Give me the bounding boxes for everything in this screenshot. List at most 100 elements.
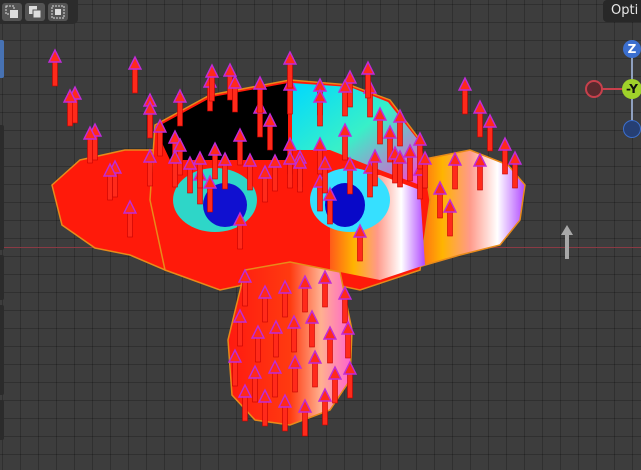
- normal-arrow-shaft: [187, 166, 193, 194]
- normal-arrow-shaft: [267, 123, 273, 151]
- normal-arrow-shaft: [437, 191, 443, 219]
- normal-arrow-head: [282, 50, 298, 65]
- normal-arrow-shaft: [232, 359, 238, 387]
- normal-arrow-shaft: [365, 71, 371, 99]
- normal-arrow-shaft: [322, 166, 328, 194]
- normal-arrow-shaft: [282, 290, 288, 318]
- right-ear: [414, 149, 526, 270]
- normal-arrow-shaft: [255, 335, 261, 363]
- left-panel-tab[interactable]: [0, 400, 4, 440]
- normal-arrow-shaft: [177, 99, 183, 127]
- normal-arrow-shaft: [172, 160, 178, 188]
- normal-arrow-shaft: [397, 119, 403, 147]
- normal-arrow-shaft: [147, 159, 153, 187]
- normal-arrow-shaft: [452, 162, 458, 190]
- normal-arrow-shaft: [477, 110, 483, 138]
- normal-arrow-shaft: [417, 142, 423, 170]
- normal-arrow-shaft: [222, 162, 228, 190]
- normal-arrow-shaft: [287, 61, 293, 89]
- normal-arrow-shaft: [512, 161, 518, 189]
- normal-arrow-shaft: [287, 161, 293, 189]
- normal-arrow-shaft: [207, 185, 213, 213]
- normal-arrow-shaft: [272, 370, 278, 398]
- normal-arrow-shaft: [262, 175, 268, 203]
- normal-arrow-head: [172, 88, 188, 103]
- normal-arrow-shaft: [52, 59, 58, 87]
- normal-arrow-shaft: [67, 99, 73, 127]
- normal-arrow-head: [204, 63, 220, 78]
- normal-arrow-shaft: [317, 184, 323, 212]
- normal-arrow-shaft: [157, 129, 163, 157]
- normal-arrow-shaft: [257, 110, 263, 138]
- normal-arrow-shaft: [237, 319, 243, 347]
- select-box-button[interactable]: [2, 3, 22, 21]
- normal-arrow-head: [497, 136, 513, 151]
- normal-arrow-shaft: [327, 336, 333, 364]
- select-box-icon: [5, 5, 18, 18]
- options-tab[interactable]: Opti: [603, 0, 641, 22]
- gizmo-x-button[interactable]: [585, 80, 603, 98]
- normal-arrow-shaft: [347, 167, 353, 195]
- normal-arrow-shaft: [342, 89, 348, 117]
- gizmo-x-axis-line: [602, 88, 623, 90]
- normal-arrow-shaft: [127, 210, 133, 238]
- select-extend-button[interactable]: [25, 3, 45, 21]
- normal-arrow-shaft: [273, 330, 279, 358]
- normal-arrow-head: [360, 60, 376, 75]
- normal-arrow-shaft: [417, 172, 423, 200]
- normal-arrow-shaft: [212, 152, 218, 180]
- normal-arrow-shaft: [232, 85, 238, 113]
- normal-arrow-shaft: [367, 170, 373, 198]
- normal-arrow-shaft: [297, 165, 303, 193]
- left-panel-tab[interactable]: [0, 305, 4, 395]
- normal-arrow-shaft: [317, 147, 323, 175]
- normal-arrow-shaft: [317, 99, 323, 127]
- normal-arrow-shaft: [107, 173, 113, 201]
- select-extend-icon: [29, 6, 42, 19]
- normal-arrow-shaft: [237, 222, 243, 250]
- up-arrow-icon: [561, 225, 573, 259]
- left-panel-tab-active[interactable]: [0, 40, 4, 78]
- left-panel-tab[interactable]: [0, 125, 4, 250]
- gizmo-neg-z-button[interactable]: [623, 120, 641, 138]
- normal-arrow-shaft: [242, 279, 248, 307]
- left-panel-tab[interactable]: [0, 255, 4, 300]
- normal-arrow-head: [252, 75, 268, 90]
- normal-arrow-head: [472, 99, 488, 114]
- normal-arrow-shaft: [292, 365, 298, 393]
- normal-arrow-shaft: [487, 124, 493, 152]
- normal-arrow-shaft: [312, 360, 318, 388]
- mesh-body: [51, 79, 526, 426]
- normal-arrow-shaft: [87, 136, 93, 164]
- gizmo-z-axis-line: [631, 57, 633, 80]
- normal-arrow-shaft: [262, 295, 268, 323]
- normal-arrow-shaft: [282, 404, 288, 432]
- gizmo-neg-z-axis-line: [631, 98, 633, 121]
- selection-mode-toolbar: [0, 0, 78, 24]
- normal-arrow-head: [482, 113, 498, 128]
- normal-arrow-shaft: [327, 197, 333, 225]
- normal-arrow-shaft: [247, 163, 253, 191]
- normal-arrow-shaft: [502, 147, 508, 175]
- normal-arrow-shaft: [342, 133, 348, 161]
- normal-arrow-head: [47, 48, 63, 63]
- normal-arrow-shaft: [287, 87, 293, 115]
- 3d-viewport[interactable]: [0, 0, 641, 470]
- normal-arrow-shaft: [147, 111, 153, 139]
- normal-arrow-shaft: [291, 325, 297, 353]
- normal-arrow-shaft: [407, 154, 413, 182]
- normal-arrow-shaft: [197, 161, 203, 189]
- select-subtract-icon: [51, 5, 65, 19]
- normal-arrow-shaft: [397, 160, 403, 188]
- normal-arrow-shaft: [342, 296, 348, 324]
- select-subtract-button[interactable]: [48, 3, 68, 21]
- suzanne-mesh-with-normals[interactable]: [0, 0, 641, 470]
- gizmo-z-button[interactable]: Z: [623, 40, 641, 58]
- normal-arrow-head: [457, 76, 473, 91]
- normal-arrow-shaft: [209, 74, 215, 102]
- normal-arrow-shaft: [237, 138, 243, 166]
- normal-arrow-shaft: [345, 331, 351, 359]
- gizmo-neg-y-button[interactable]: -Y: [622, 79, 641, 99]
- normal-arrow-shaft: [252, 375, 258, 403]
- normal-arrow-shaft: [272, 164, 278, 192]
